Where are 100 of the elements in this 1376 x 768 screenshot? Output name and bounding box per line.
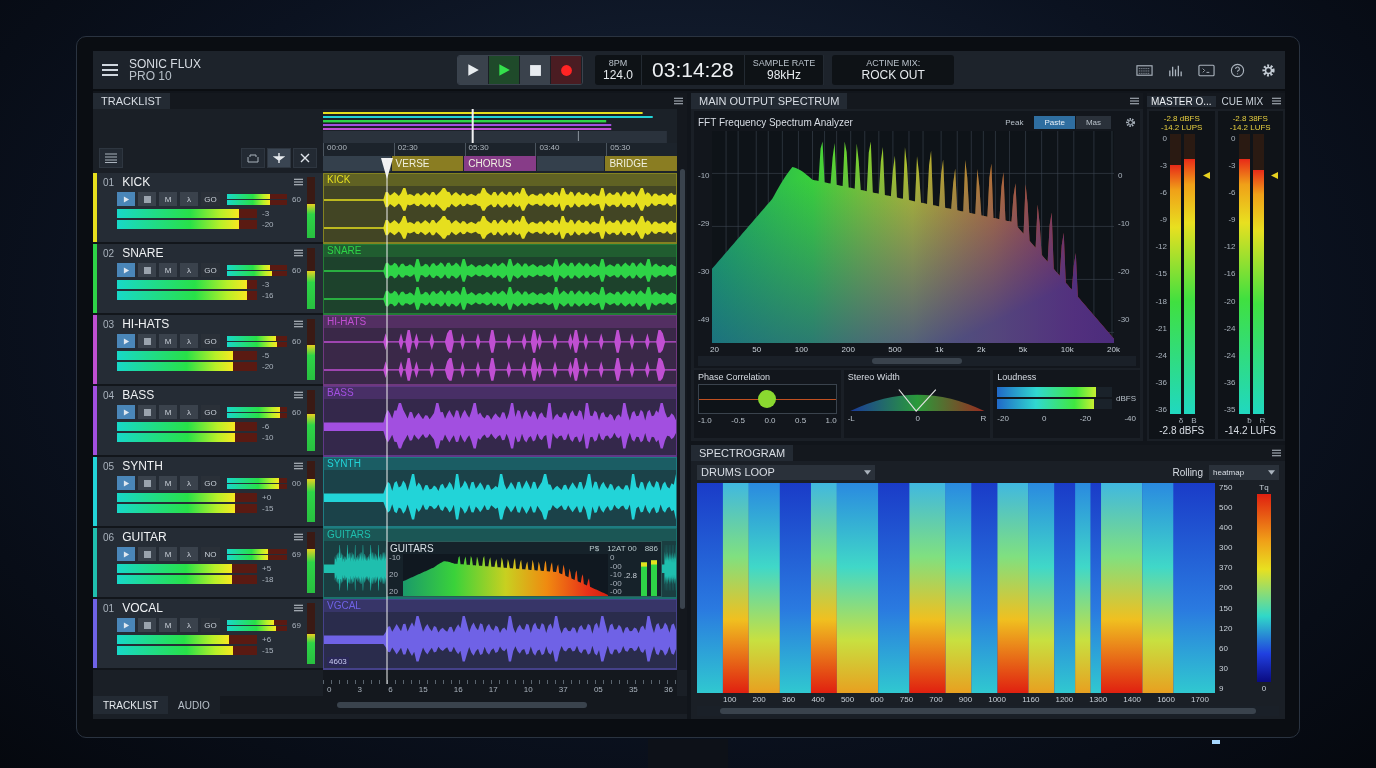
legend-label: 0 xyxy=(1261,684,1267,693)
play-button[interactable] xyxy=(489,56,520,84)
menu-icon[interactable] xyxy=(1130,97,1139,105)
track-button[interactable]: M xyxy=(159,263,177,277)
settings-icon[interactable] xyxy=(1125,116,1136,128)
ruler-label: 35 xyxy=(628,685,638,694)
settings-icon[interactable] xyxy=(1260,62,1277,78)
menu-icon[interactable] xyxy=(294,320,303,328)
close-button[interactable] xyxy=(293,148,317,168)
audio-clip[interactable]: GUITARS GUITARS P$ 12AT 00 886 -10 20 20 0 -00 -10 -00 -00 .2.8 xyxy=(323,528,677,599)
meter-readout: -14.2 LUFS xyxy=(1224,425,1276,436)
menu-icon[interactable] xyxy=(674,97,683,105)
meter-reading: 60 xyxy=(292,194,301,204)
help-icon[interactable] xyxy=(1229,62,1246,78)
menu-icon[interactable] xyxy=(294,391,303,399)
track-button[interactable]: GO xyxy=(201,334,220,348)
unit-label: dBFS xyxy=(1116,393,1136,403)
track-button[interactable]: NO xyxy=(201,547,220,561)
track-button[interactable]: λ xyxy=(180,476,198,490)
track-button[interactable]: λ xyxy=(180,263,198,277)
section-marker[interactable]: BRIDGE xyxy=(605,156,677,171)
time-display: 03:14:28 xyxy=(642,55,745,85)
panel-tab[interactable]: MASTER O... xyxy=(1147,95,1216,107)
track-button[interactable]: M xyxy=(159,618,177,632)
axis-label: 20k xyxy=(1107,345,1120,354)
play-icon xyxy=(122,408,130,416)
section-marker[interactable]: CHORUS xyxy=(464,156,536,171)
clip-label: HI-HATS xyxy=(324,316,676,328)
scale-label: -3 xyxy=(1158,161,1167,171)
track-button[interactable]: M xyxy=(159,334,177,348)
mode-tab[interactable]: Mas xyxy=(1075,115,1111,129)
track-button[interactable]: GO xyxy=(201,263,220,277)
track-button[interactable]: M xyxy=(159,476,177,490)
source-dropdown[interactable]: DRUMS LOOP xyxy=(697,464,875,480)
axis-label: 60 xyxy=(1219,643,1229,653)
ruler-label: 10 xyxy=(523,685,533,694)
track-button[interactable]: GO xyxy=(201,618,220,632)
pin-button[interactable] xyxy=(267,148,291,168)
play-icon xyxy=(122,479,130,487)
track-button[interactable]: M xyxy=(159,192,177,206)
track-header[interactable]: 01 KICK M λ GO 60 -3 -20 xyxy=(93,173,323,244)
play-button[interactable] xyxy=(458,56,489,84)
menu-icon[interactable] xyxy=(1272,449,1281,457)
scale-label: 20 xyxy=(389,570,399,580)
audio-clip[interactable]: SNARE xyxy=(323,244,677,315)
scrollbar[interactable] xyxy=(698,356,1136,366)
panel-tab[interactable]: TRACKLIST xyxy=(93,696,168,714)
menu-icon[interactable] xyxy=(294,178,303,186)
keyboard-icon[interactable] xyxy=(1136,62,1153,78)
scale-label: -36 xyxy=(1154,404,1167,414)
clip-label: GUITARS xyxy=(324,529,676,541)
scale-label: -21 xyxy=(1154,323,1167,333)
track-button[interactable]: GO xyxy=(201,405,220,419)
audio-clip[interactable]: VGCAL 4603 xyxy=(323,599,677,670)
mode-tab[interactable]: Peak xyxy=(995,115,1034,129)
track-button[interactable]: λ xyxy=(180,192,198,206)
track-header[interactable]: 01 VOCAL M λ GO 69 +6 -15 xyxy=(93,599,323,670)
audio-clip[interactable]: SYNTH xyxy=(323,457,677,528)
panel-title: MAIN OUTPUT SPECTRUM xyxy=(691,93,848,109)
ruler-label: 05 xyxy=(593,685,603,694)
list-button[interactable] xyxy=(99,148,123,168)
menu-icon[interactable] xyxy=(294,462,303,470)
track-button[interactable]: GO xyxy=(201,476,220,490)
menu-icon[interactable] xyxy=(1272,97,1281,105)
scrollbar[interactable] xyxy=(677,109,687,670)
axis-label: 360 xyxy=(781,695,796,704)
track-number: 02 xyxy=(103,247,115,259)
track-button[interactable]: λ xyxy=(180,334,198,348)
record-button[interactable] xyxy=(551,56,582,84)
mode-tab[interactable]: Paste xyxy=(1034,115,1075,129)
track-header[interactable]: 04 BASS M λ GO 60 -6 -10 xyxy=(93,386,323,457)
scale-label: -3 xyxy=(1227,161,1236,171)
track-button[interactable]: λ xyxy=(180,547,198,561)
menu-icon[interactable] xyxy=(294,249,303,257)
track-button[interactable]: M xyxy=(159,405,177,419)
audio-clip[interactable]: KICK xyxy=(323,173,677,244)
panel-tab[interactable]: CUE MIX xyxy=(1217,95,1268,107)
screen-icon[interactable] xyxy=(1198,62,1215,78)
menu-icon[interactable] xyxy=(294,533,303,541)
track-header[interactable]: 03 HI-HATS M λ GO 60 -5 -20 xyxy=(93,315,323,386)
track-number: 04 xyxy=(103,389,115,401)
track-button[interactable]: λ xyxy=(180,618,198,632)
menu-icon[interactable] xyxy=(294,604,303,612)
active-mix-selector[interactable]: ACTINE MIX: ROCK OUT xyxy=(832,55,955,85)
track-button[interactable]: GO xyxy=(201,192,220,206)
meter-reading: -16 xyxy=(262,291,274,300)
section-marker[interactable]: VERSE xyxy=(391,156,464,171)
meter-reading: -6 xyxy=(262,422,271,431)
menu-icon[interactable] xyxy=(101,63,119,77)
scale-label: 0 xyxy=(915,414,920,423)
track-header[interactable]: 02 SNARE M λ GO 60 -3 -16 xyxy=(93,244,323,315)
plugin-label: 12AT 00 xyxy=(607,543,637,553)
track-header[interactable]: 06 GUITAR M λ NO 69 +5 -18 xyxy=(93,528,323,599)
stop-button[interactable] xyxy=(520,56,551,84)
panel-tab[interactable]: AUDIO xyxy=(168,696,220,714)
track-header[interactable]: 05 SYNTH M λ GO 00 +0 -15 xyxy=(93,457,323,528)
track-button[interactable]: M xyxy=(159,547,177,561)
track-button[interactable]: λ xyxy=(180,405,198,419)
colormap-dropdown[interactable]: heatmap xyxy=(1209,464,1279,480)
meter-reading: +0 xyxy=(262,493,273,502)
